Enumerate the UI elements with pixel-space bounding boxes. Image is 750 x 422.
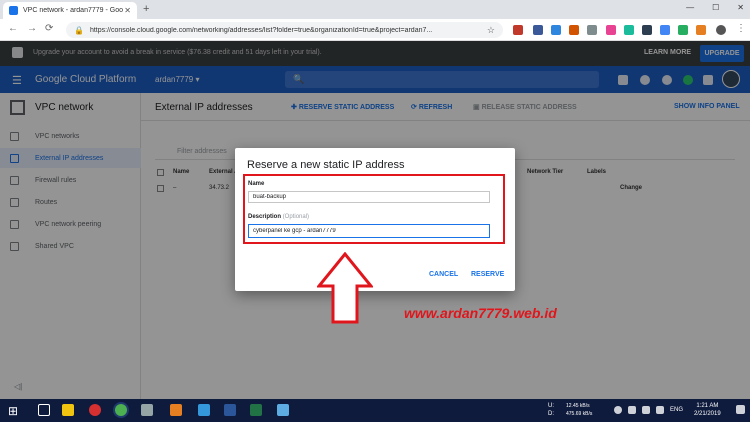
close-tab-icon[interactable]: ✕: [124, 6, 131, 15]
language-indicator[interactable]: ENG: [670, 407, 683, 413]
app-icon[interactable]: [170, 404, 182, 416]
excel-icon[interactable]: [250, 404, 262, 416]
back-icon[interactable]: ←: [8, 23, 18, 34]
chrome-icon[interactable]: [115, 404, 127, 416]
dialog-title: Reserve a new static IP address: [247, 159, 405, 171]
clock-time: 1:21 AM: [696, 403, 719, 409]
bookmark-star-icon[interactable]: ☆: [487, 25, 495, 36]
start-button-icon[interactable]: ⊞: [8, 404, 18, 418]
extension-icon[interactable]: [551, 25, 561, 35]
file-explorer-icon[interactable]: [62, 404, 74, 416]
description-field[interactable]: [248, 224, 490, 238]
extension-icon[interactable]: [606, 25, 616, 35]
maximize-button[interactable]: ☐: [712, 3, 719, 12]
windows-taskbar: ⊞ U: D: 12.45 kB/s 475.69 kB/s ENG 1:21 …: [0, 399, 750, 422]
close-window-button[interactable]: ✕: [737, 3, 744, 12]
extension-icon[interactable]: [587, 25, 597, 35]
upload-speed: 12.45 kB/s: [566, 403, 590, 409]
extension-icon[interactable]: [624, 25, 634, 35]
browser-toolbar: ← → ⟳ 🔒 https://console.cloud.google.com…: [0, 19, 750, 41]
extension-icon[interactable]: [642, 25, 652, 35]
extension-icon[interactable]: [696, 25, 706, 35]
new-tab-button[interactable]: +: [143, 3, 149, 15]
extension-icon[interactable]: [569, 25, 579, 35]
lock-icon: 🔒: [74, 25, 84, 35]
address-bar[interactable]: 🔒 https://console.cloud.google.com/netwo…: [66, 22, 503, 38]
forward-icon[interactable]: →: [27, 23, 37, 34]
browser-tab-strip: VPC network - ardan7779 - Goo ✕ + — ☐ ✕: [0, 0, 750, 19]
annotation-arrow-icon: [317, 252, 373, 324]
browser-tab[interactable]: VPC network - ardan7779 - Goo ✕: [3, 2, 137, 19]
download-label: D:: [548, 411, 554, 417]
watermark: www.ardan7779.web.id: [404, 305, 557, 321]
description-label: Description (Optional): [248, 214, 309, 220]
network-icon[interactable]: [642, 406, 650, 414]
netspeed-values: 12.45 kB/s 475.69 kB/s: [566, 402, 592, 418]
reserve-button[interactable]: RESERVE: [471, 271, 504, 278]
volume-icon[interactable]: [656, 406, 664, 414]
upload-label: U:: [548, 403, 554, 409]
app-icon[interactable]: [198, 404, 210, 416]
url-text: https://console.cloud.google.com/network…: [89, 26, 433, 34]
clock-date: 2/21/2019: [694, 411, 721, 417]
download-speed: 475.69 kB/s: [566, 411, 593, 417]
system-clock[interactable]: 1:21 AM 2/21/2019: [694, 402, 721, 418]
optional-hint: (Optional): [282, 214, 310, 220]
minimize-button[interactable]: —: [686, 3, 694, 12]
window-controls: — ☐ ✕: [686, 3, 744, 12]
reload-icon[interactable]: ⟳: [45, 23, 53, 34]
word-icon[interactable]: [224, 404, 236, 416]
task-view-icon[interactable]: [38, 404, 50, 416]
cancel-button[interactable]: CANCEL: [429, 271, 458, 278]
cloud-app-icon[interactable]: [277, 404, 289, 416]
tray-icon[interactable]: [614, 406, 622, 414]
opera-icon[interactable]: [89, 404, 101, 416]
notifications-center-icon[interactable]: [736, 405, 745, 414]
tray-icon[interactable]: [628, 406, 636, 414]
description-label-text: Description: [248, 214, 282, 220]
extension-icon[interactable]: [678, 25, 688, 35]
profile-avatar-icon[interactable]: [716, 25, 726, 35]
name-label: Name: [248, 181, 265, 187]
name-field[interactable]: [248, 191, 490, 203]
extension-icon[interactable]: [513, 25, 523, 35]
app-icon[interactable]: [141, 404, 153, 416]
chrome-menu-icon[interactable]: ⋮: [736, 23, 746, 34]
netspeed-labels: U: D:: [548, 402, 554, 418]
reserve-ip-dialog: Reserve a new static IP address Name Des…: [235, 148, 515, 291]
extension-icon[interactable]: [533, 25, 543, 35]
extension-icon[interactable]: [660, 25, 670, 35]
tab-title: VPC network - ardan7779 - Goo: [23, 7, 123, 14]
gcp-favicon-icon: [9, 6, 18, 15]
